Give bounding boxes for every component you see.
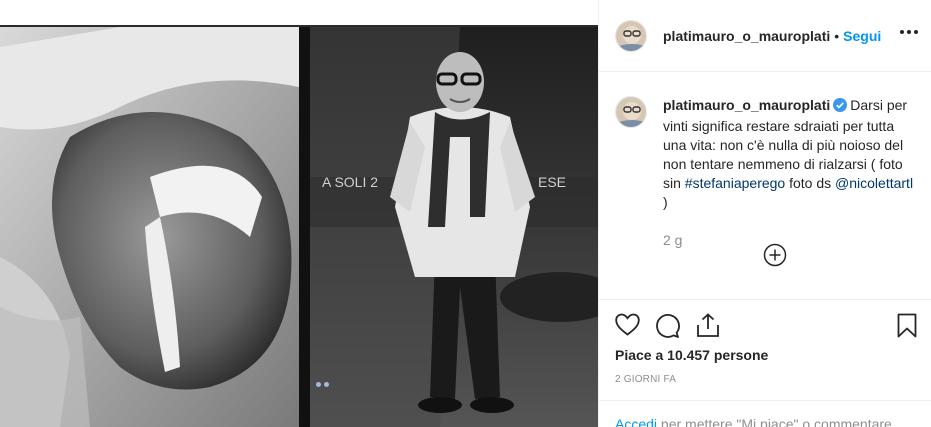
- photo-right: A SOLI 2 ESE: [310, 27, 598, 427]
- caption-body-3: ): [663, 194, 668, 210]
- post-date[interactable]: 2 giorni fa: [615, 374, 676, 385]
- post-panel: platimauro_o_mauroplati • Segui platimau…: [598, 0, 931, 427]
- overlay-text-2: ESE: [538, 174, 566, 190]
- caption-body-2: foto ds: [785, 175, 836, 191]
- comment-icon[interactable]: [655, 313, 680, 343]
- separator-dot: •: [834, 27, 840, 44]
- login-link[interactable]: Accedi: [615, 416, 657, 427]
- photo-divider: [299, 27, 310, 427]
- photo-left: [0, 27, 299, 427]
- avatar[interactable]: [615, 19, 647, 52]
- hashtag-link[interactable]: #stefaniaperego: [685, 175, 785, 191]
- header-username[interactable]: platimauro_o_mauroplati: [663, 28, 830, 44]
- post-media: A SOLI 2 ESE: [0, 0, 598, 427]
- more-icon[interactable]: [900, 30, 918, 34]
- caption: platimauro_o_mauroplati Darsi per vinti s…: [615, 96, 920, 212]
- verified-icon: [833, 98, 848, 117]
- caption-text: platimauro_o_mauroplati Darsi per vinti s…: [663, 96, 920, 212]
- post-header: platimauro_o_mauroplati • Segui: [599, 0, 931, 72]
- caption-time[interactable]: 2 g: [663, 232, 920, 248]
- login-bar: Accedi per mettere "Mi piace" o commenta…: [599, 400, 931, 427]
- caption-username[interactable]: platimauro_o_mauroplati: [663, 97, 830, 113]
- carousel-indicator: [316, 382, 329, 387]
- overlay-text-1: A SOLI 2: [322, 174, 378, 190]
- share-icon[interactable]: [696, 313, 720, 343]
- likes-count[interactable]: Piace a 10.457 persone: [615, 347, 768, 363]
- follow-button[interactable]: Segui: [843, 28, 881, 44]
- caption-avatar[interactable]: [615, 96, 647, 128]
- load-more-icon[interactable]: [763, 243, 787, 272]
- login-prompt: per mettere "Mi piace" o commentare: [657, 416, 892, 427]
- bookmark-icon[interactable]: [897, 313, 917, 343]
- heart-icon[interactable]: [615, 313, 640, 341]
- mention-link[interactable]: @nicolettartl: [835, 175, 913, 191]
- action-bar: [599, 299, 931, 339]
- comments-section: platimauro_o_mauroplati Darsi per vinti s…: [615, 96, 920, 267]
